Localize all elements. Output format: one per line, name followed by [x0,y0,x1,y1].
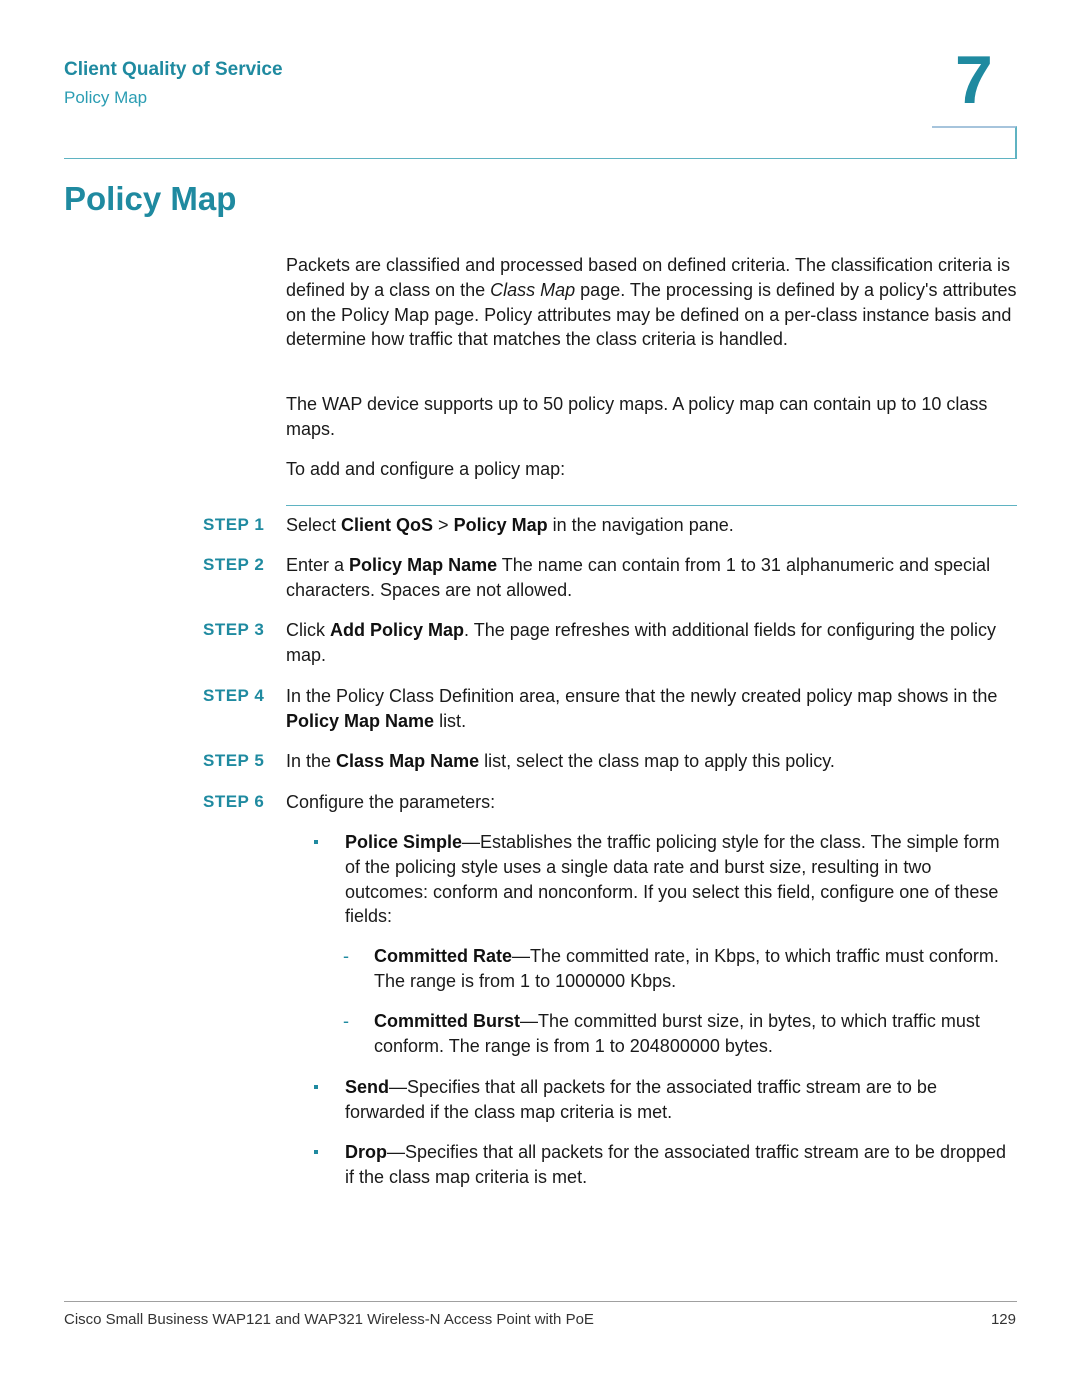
footer-text: Cisco Small Business WAP121 and WAP321 W… [64,1311,594,1328]
ui-term: Policy Map Name [286,710,435,731]
description: —Specifies that all packets for the asso… [345,1077,937,1122]
intro-paragraph-3: To add and configure a policy map: [286,459,566,479]
term: Drop [345,1142,387,1162]
section-subtitle: Policy Map [64,88,148,107]
page-heading: Policy Map [64,180,237,217]
bullet-square-icon [314,840,318,844]
description: —Specifies that all packets for the asso… [345,1142,1006,1187]
chapter-box-decoration [932,126,1017,159]
term: Committed Burst [374,1011,521,1031]
term: Police Simple [345,832,463,852]
ui-term: Class Map Name [336,751,480,771]
step-label: STEP 4 [203,686,265,705]
step-text: In the Policy Class Definition area, ens… [286,684,1018,734]
bullet-police-simple: Police Simple—Establishes the traffic po… [314,830,1017,929]
term: Committed Rate [374,946,513,966]
dash-committed-burst: - Committed Burst—The committed burst si… [343,1009,1019,1059]
class-map-reference: Class Map [490,279,576,300]
dash-committed-rate: - Committed Rate—The committed rate, in … [343,944,1019,994]
page-number: 129 [990,1311,1016,1328]
intro-paragraph-2: The WAP device supports up to 50 policy … [286,394,988,439]
term: Send [345,1077,390,1097]
ui-term: Policy Map [453,515,548,535]
chapter-number: 7 [955,42,993,118]
intro-paragraph-1: Packets are classified and processed bas… [286,253,1020,352]
text: list, select the class map to apply this… [479,751,835,771]
text: In the [286,751,337,771]
step-label: STEP 1 [203,515,265,534]
ui-term: Policy Map Name [349,555,498,575]
step-text: Select Client QoS > Policy Map in the na… [286,513,1018,538]
step-text: Enter a Policy Map Name The name can con… [286,553,1018,603]
text: Click [286,620,330,640]
steps-divider [286,505,1017,506]
text: Enter a [286,555,350,575]
text: in the navigation pane. [547,515,734,535]
dash-icon: - [343,1011,349,1031]
step-text: Click Add Policy Map. The page refreshes… [286,618,1018,668]
ui-term: Client QoS [341,515,434,535]
step-label: STEP 6 [203,792,265,811]
bullet-send: Send—Specifies that all packets for the … [314,1075,1017,1125]
bullet-square-icon [314,1085,318,1089]
text: Select [286,515,342,535]
step-text: In the Class Map Name list, select the c… [286,749,1018,774]
chapter-title: Client Quality of Service [64,59,283,80]
step-text: Configure the parameters: [286,792,496,812]
ui-term: Add Policy Map [330,620,465,640]
text: In the Policy Class Definition area, ens… [286,686,998,706]
header-divider [64,158,1017,159]
text: > [433,515,454,535]
step-label: STEP 2 [203,555,265,574]
step-label: STEP 5 [203,751,265,770]
bullet-drop: Drop—Specifies that all packets for the … [314,1140,1017,1190]
dash-icon: - [343,946,349,966]
bullet-square-icon [314,1150,318,1154]
text: list. [434,710,467,731]
step-label: STEP 3 [203,620,265,639]
footer-divider [64,1301,1017,1302]
